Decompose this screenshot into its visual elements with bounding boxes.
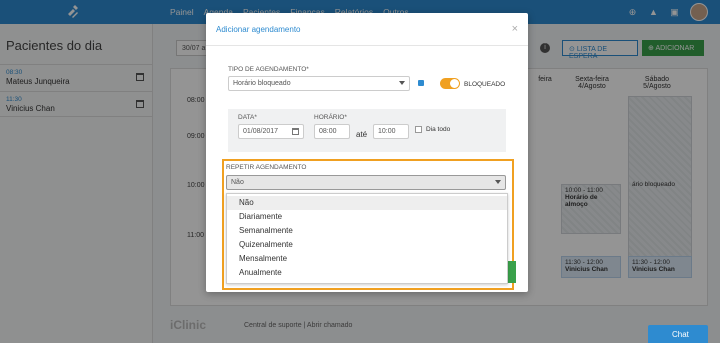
- repeat-option-anualmente[interactable]: Anualmente: [227, 266, 507, 280]
- until-text: até: [356, 130, 368, 139]
- time-label: HORÁRIO*: [314, 114, 347, 121]
- modal-header: Adicionar agendamento ×: [206, 13, 528, 46]
- time-from-input[interactable]: 08:00: [314, 124, 350, 139]
- repeat-option-semanalmente[interactable]: Semanalmente: [227, 224, 507, 238]
- blocked-toggle-label: BLOQUEADO: [464, 81, 506, 88]
- modal-title: Adicionar agendamento: [216, 25, 301, 34]
- calendar-icon[interactable]: [292, 128, 299, 135]
- date-input[interactable]: 01/08/2017: [238, 124, 304, 139]
- time-to-value: 10:00: [378, 128, 396, 135]
- repeat-option-mensalmente[interactable]: Mensalmente: [227, 252, 507, 266]
- repeat-select[interactable]: Não: [226, 175, 506, 190]
- repeat-option-nao[interactable]: Não: [227, 196, 507, 210]
- all-day-label: Dia todo: [426, 126, 451, 133]
- chevron-down-icon: [495, 180, 501, 184]
- chat-label: Chat: [672, 330, 689, 339]
- repeat-label: REPETIR AGENDAMENTO: [226, 164, 307, 171]
- appointment-type-select[interactable]: Horário bloqueado: [228, 76, 410, 91]
- blocked-toggle[interactable]: [440, 78, 460, 89]
- repeat-option-quizenalmente[interactable]: Quizenalmente: [227, 238, 507, 252]
- lock-icon: [418, 80, 424, 86]
- chat-button[interactable]: Chat: [648, 325, 708, 343]
- repeat-select-value: Não: [231, 179, 244, 186]
- date-label: DATA*: [238, 114, 257, 121]
- date-value: 01/08/2017: [243, 128, 279, 135]
- time-from-value: 08:00: [319, 128, 337, 135]
- appointment-type-value: Horário bloqueado: [233, 80, 291, 87]
- close-icon[interactable]: ×: [512, 23, 518, 35]
- appointment-type-label: TIPO DE AGENDAMENTO*: [228, 66, 309, 73]
- time-to-input[interactable]: 10:00: [373, 124, 409, 139]
- repeat-dropdown: Não Diariamente Semanalmente Quizenalmen…: [226, 193, 508, 284]
- all-day-checkbox[interactable]: [415, 126, 422, 133]
- chevron-down-icon: [399, 81, 405, 85]
- add-appointment-modal: Adicionar agendamento × TIPO DE AGENDAME…: [206, 13, 528, 292]
- toggle-knob: [450, 79, 459, 88]
- save-button[interactable]: [508, 261, 516, 283]
- repeat-option-diariamente[interactable]: Diariamente: [227, 210, 507, 224]
